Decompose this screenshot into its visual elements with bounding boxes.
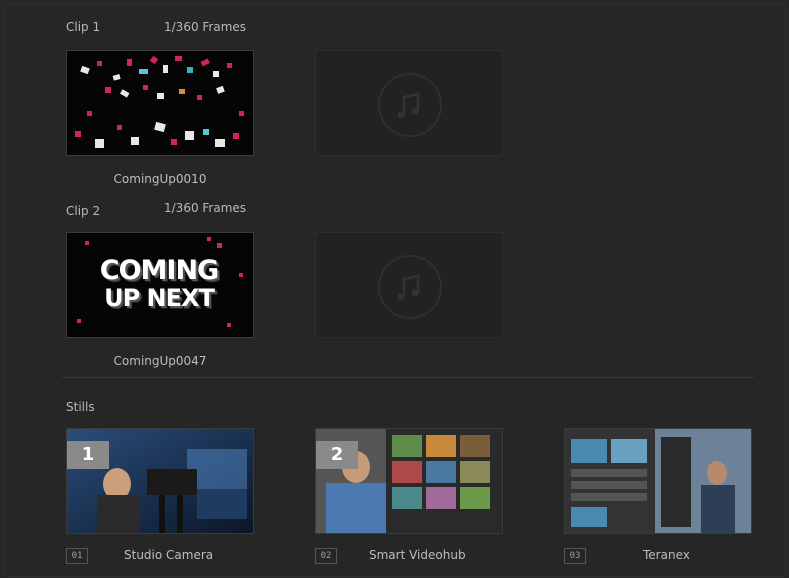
still-1-badge: 1 — [67, 441, 109, 469]
confetti-graphic — [67, 51, 253, 155]
music-note-icon — [378, 255, 442, 319]
still-1-thumbnail[interactable]: 1 — [66, 428, 254, 534]
still-3-thumbnail[interactable] — [564, 428, 752, 534]
still-2-badge: 2 — [316, 441, 358, 469]
still-2-thumbnail[interactable]: 2 — [315, 428, 503, 534]
still-2-index: 02 — [315, 548, 337, 564]
still-3-name: Teranex — [643, 548, 690, 562]
clip2-audio-slot[interactable] — [315, 232, 503, 338]
clip2-thumbnail[interactable]: COMING UP NEXT — [66, 232, 254, 338]
clip1-audio-slot[interactable] — [315, 50, 503, 156]
clip1-thumbnail[interactable] — [66, 50, 254, 156]
still-1-name: Studio Camera — [124, 548, 214, 562]
graphic-title-line-1: COMING — [99, 255, 219, 286]
clip1-name: ComingUp0010 — [113, 172, 207, 186]
teranex-image — [565, 429, 751, 533]
still-3-index: 03 — [564, 548, 586, 564]
clip2-frames: 1/360 Frames — [164, 201, 247, 215]
clip1-frames: 1/360 Frames — [164, 20, 247, 34]
stills-label: Stills — [66, 400, 95, 414]
clip2-label: Clip 2 — [66, 204, 101, 218]
still-1-index: 01 — [66, 548, 88, 564]
still-2-name: Smart Videohub — [369, 548, 466, 562]
graphic-title-line-2: UP NEXT — [104, 284, 215, 312]
section-divider — [62, 377, 754, 378]
music-note-icon — [378, 73, 442, 137]
clip2-name: ComingUp0047 — [113, 354, 207, 368]
clip1-label: Clip 1 — [66, 20, 101, 34]
